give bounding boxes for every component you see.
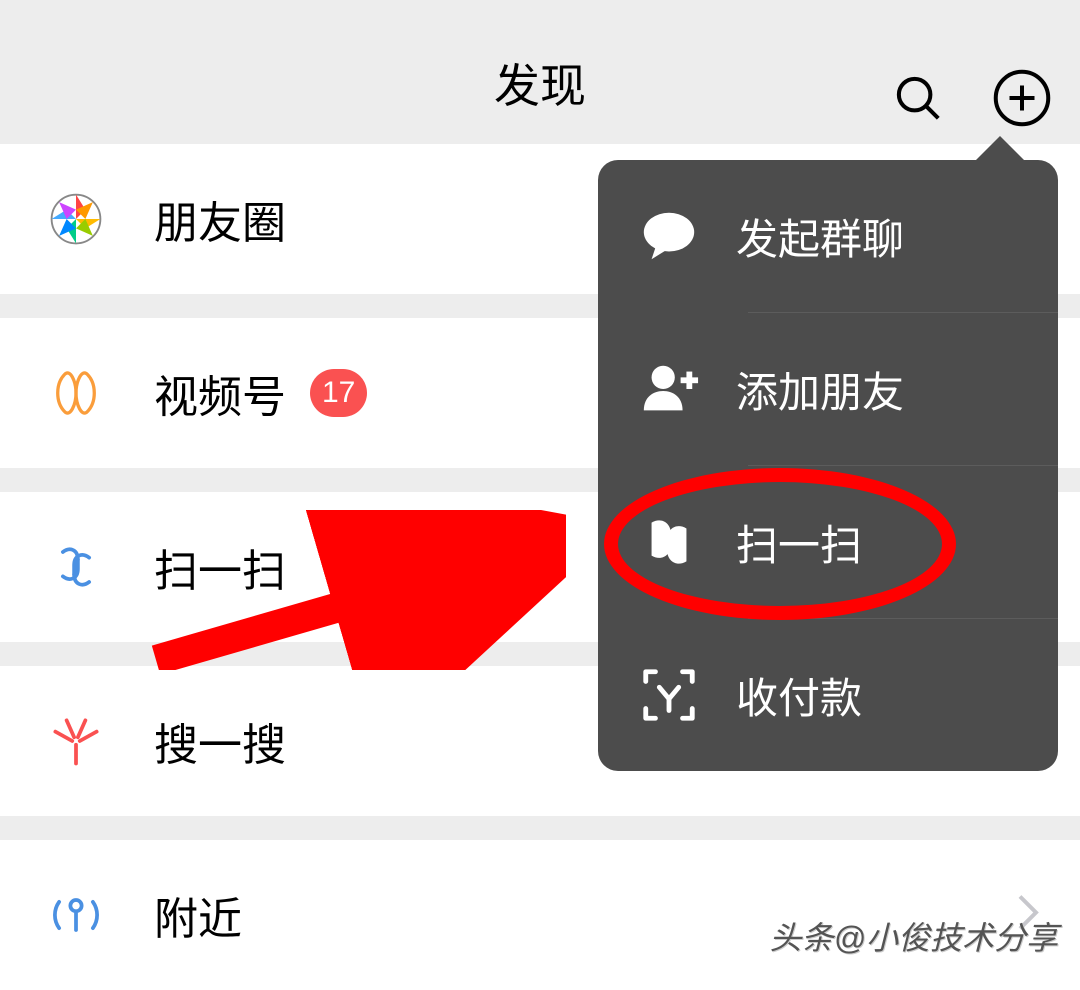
plus-icon[interactable] [992,68,1052,128]
popover-item-scan[interactable]: 扫一扫 [598,466,1058,618]
popover-item-group-chat-label: 发起群聊 [736,206,904,267]
channels-icon [46,363,106,423]
row-moments-label: 朋友圈 [154,187,286,251]
popover-item-scan-label: 扫一扫 [736,512,862,573]
search-spark-icon [46,711,106,771]
channels-badge: 17 [310,369,367,417]
money-icon [638,664,700,726]
scan-icon [46,537,106,597]
popover-item-group-chat[interactable]: 发起群聊 [598,160,1058,312]
moments-icon [46,189,106,249]
search-icon[interactable] [888,68,948,128]
add-friend-icon [638,358,700,420]
header-actions [888,68,1052,128]
scan-white-icon [638,511,700,573]
popover-item-money[interactable]: 收付款 [598,619,1058,771]
popover-item-money-label: 收付款 [736,665,862,726]
header: 发现 [0,0,1080,144]
row-channels-label: 视频号 [154,361,286,425]
chat-bubble-icon [638,205,700,267]
watermark: 头条@小俊技术分享 [770,913,1059,959]
page-title: 发现 [494,50,586,116]
nearby-icon [46,885,106,945]
row-scan-label: 扫一扫 [154,535,286,599]
popover-item-add-friends[interactable]: 添加朋友 [598,313,1058,465]
popover-item-add-friends-label: 添加朋友 [736,359,904,420]
plus-popover: 发起群聊 添加朋友 扫一扫 收付款 [598,160,1058,771]
row-nearby-label: 附近 [154,883,242,947]
row-search-label: 搜一搜 [154,709,286,773]
